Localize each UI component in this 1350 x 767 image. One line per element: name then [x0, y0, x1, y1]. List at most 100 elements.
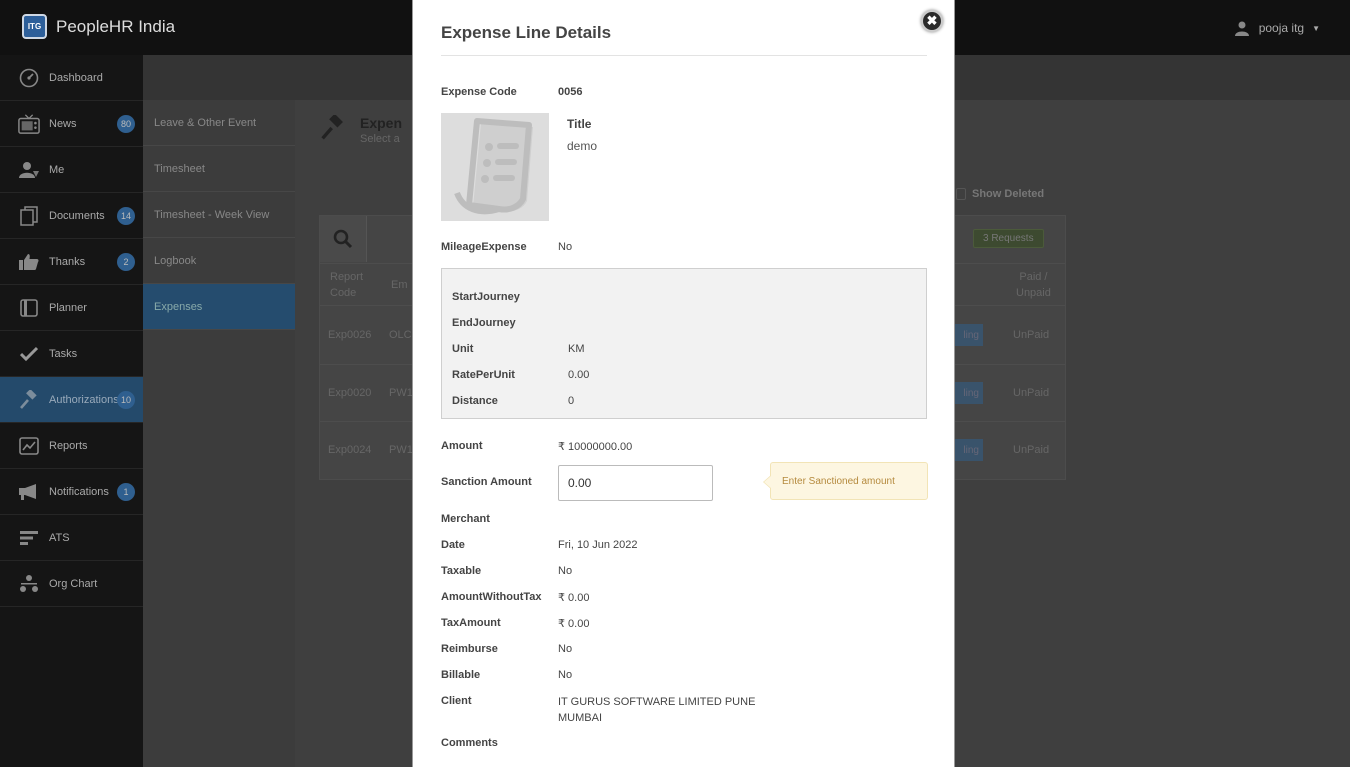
- sub-navigation: Leave & Other Event Timesheet Timesheet …: [143, 100, 295, 767]
- row-report-code: Exp0020: [328, 387, 372, 399]
- show-deleted-checkbox[interactable]: [956, 188, 966, 200]
- expense-code-value: 0056: [558, 86, 583, 98]
- notifications-count-badge: 1: [117, 483, 135, 501]
- sidebar-item-label: Thanks: [49, 255, 86, 268]
- sidebar-item-ats[interactable]: ATS: [0, 515, 143, 561]
- sidebar-item-notifications[interactable]: Notifications 1: [0, 469, 143, 515]
- column-header-paid-unpaid[interactable]: Paid / Unpaid: [1016, 269, 1051, 301]
- page-title: Expen: [360, 115, 403, 131]
- dashboard-icon: [18, 68, 40, 87]
- rate-per-unit-value: 0.00: [568, 369, 590, 381]
- brand[interactable]: ITG PeopleHR India: [22, 14, 175, 39]
- page-subtitle: Select a: [360, 133, 400, 145]
- taxable-value: No: [558, 565, 573, 577]
- reports-icon: [18, 436, 40, 455]
- check-icon: [18, 345, 40, 363]
- header-line: Unpaid: [1016, 287, 1051, 299]
- unit-label: Unit: [452, 343, 474, 355]
- merchant-label: Merchant: [441, 513, 490, 525]
- receipt-thumbnail[interactable]: [441, 113, 549, 221]
- receipt-icon: [454, 118, 533, 215]
- close-button[interactable]: ✖: [921, 10, 943, 32]
- close-icon: ✖: [926, 13, 938, 28]
- billable-value: No: [558, 669, 573, 681]
- row-report-code: Exp0026: [328, 329, 372, 341]
- amount-without-tax-value: ₹ 0.00: [558, 592, 590, 604]
- row-paid-status: UnPaid: [1013, 329, 1050, 341]
- sidebar-item-org-chart[interactable]: Org Chart: [0, 561, 143, 607]
- sidebar-item-label: Dashboard: [49, 71, 103, 84]
- row-paid-status: UnPaid: [1013, 387, 1050, 399]
- row-report-code: Exp0024: [328, 444, 372, 456]
- row-employee: OLC: [389, 329, 412, 341]
- amount-label: Amount: [441, 440, 483, 452]
- sidebar-item-tasks[interactable]: Tasks: [0, 331, 143, 377]
- column-header-employee[interactable]: Em: [391, 277, 408, 293]
- sidebar-item-label: Reports: [49, 439, 88, 452]
- sidebar-item-label: Documents: [49, 209, 105, 222]
- sidebar-item-planner[interactable]: Planner: [0, 285, 143, 331]
- sidebar-item-dashboard[interactable]: Dashboard: [0, 55, 143, 101]
- header-line: Code: [330, 287, 357, 299]
- amount-without-tax-label: AmountWithoutTax: [441, 591, 542, 603]
- mileage-expense-value: No: [558, 241, 573, 253]
- status-badge: ling: [955, 324, 983, 346]
- thanks-count-badge: 2: [117, 253, 135, 271]
- date-value: Fri, 10 Jun 2022: [558, 539, 638, 551]
- sanction-amount-input[interactable]: [558, 465, 713, 501]
- sidebar-item-news[interactable]: News 80: [0, 101, 143, 147]
- subnav-item-timesheet[interactable]: Timesheet: [143, 146, 295, 192]
- sidebar-item-label: Notifications: [49, 485, 109, 498]
- status-badge: ling: [955, 439, 983, 461]
- tax-amount-value: ₹ 0.00: [558, 618, 590, 630]
- panel-header: Expen Select a: [320, 115, 402, 145]
- subnav-item-logbook[interactable]: Logbook: [143, 238, 295, 284]
- search-button[interactable]: [320, 216, 367, 262]
- header-line: Paid /: [1019, 271, 1048, 283]
- sidebar-item-label: Planner: [49, 301, 87, 314]
- modal-title: Expense Line Details: [441, 23, 612, 42]
- sidebar-item-label: ATS: [49, 531, 70, 544]
- planner-icon: [18, 298, 40, 317]
- search-icon: [333, 229, 353, 249]
- news-count-badge: 80: [116, 115, 135, 133]
- client-value: IT GURUS SOFTWARE LIMITED PUNE MUMBAI: [558, 696, 756, 724]
- expense-line-details-modal: Expense Line Details ✖ Expense Code 0056…: [412, 0, 955, 767]
- show-deleted-label[interactable]: Show Deleted: [972, 188, 1044, 200]
- user-menu[interactable]: pooja itg ▼: [1234, 20, 1320, 36]
- end-journey-label: EndJourney: [452, 317, 516, 329]
- reimburse-label: Reimburse: [441, 643, 498, 655]
- sidebar-item-reports[interactable]: Reports: [0, 423, 143, 469]
- sidebar-item-label: Authorizations: [49, 393, 119, 406]
- subnav-item-leave[interactable]: Leave & Other Event: [143, 100, 295, 146]
- sidebar-item-label: Org Chart: [49, 577, 98, 590]
- sidebar-item-authorizations[interactable]: Authorizations 10: [0, 377, 143, 423]
- title-label: Title: [567, 117, 592, 131]
- subnav-item-timesheet-week[interactable]: Timesheet - Week View: [143, 192, 295, 238]
- org-chart-icon: [18, 574, 40, 593]
- client-label: Client: [441, 695, 472, 707]
- sidebar-item-me[interactable]: Me: [0, 147, 143, 193]
- billable-label: Billable: [441, 669, 481, 681]
- tv-icon: [18, 113, 40, 134]
- expense-code-label: Expense Code: [441, 86, 517, 98]
- sidebar: Dashboard News 80 Me Documents 14 Thanks…: [0, 55, 143, 767]
- ats-icon: [18, 529, 40, 547]
- requests-count-badge: 3 Requests: [973, 229, 1044, 248]
- mileage-details-box: StartJourney EndJourney Unit KM RatePerU…: [441, 268, 927, 419]
- column-header-report-code[interactable]: Report Code: [330, 269, 363, 301]
- subnav-item-expenses[interactable]: Expenses: [143, 284, 295, 330]
- documents-count-badge: 14: [116, 207, 135, 225]
- sidebar-item-documents[interactable]: Documents 14: [0, 193, 143, 239]
- taxable-label: Taxable: [441, 565, 482, 577]
- company-logo: ITG: [22, 14, 47, 39]
- sidebar-item-thanks[interactable]: Thanks 2: [0, 239, 143, 285]
- sanction-amount-label: Sanction Amount: [441, 476, 532, 488]
- thumbs-up-icon: [18, 253, 40, 271]
- user-name: pooja itg: [1258, 21, 1305, 35]
- distance-label: Distance: [452, 395, 498, 407]
- amount-value: ₹ 10000000.00: [558, 441, 633, 453]
- gavel-icon: [321, 115, 343, 140]
- start-journey-label: StartJourney: [452, 291, 520, 303]
- row-employee: PW1: [389, 444, 413, 456]
